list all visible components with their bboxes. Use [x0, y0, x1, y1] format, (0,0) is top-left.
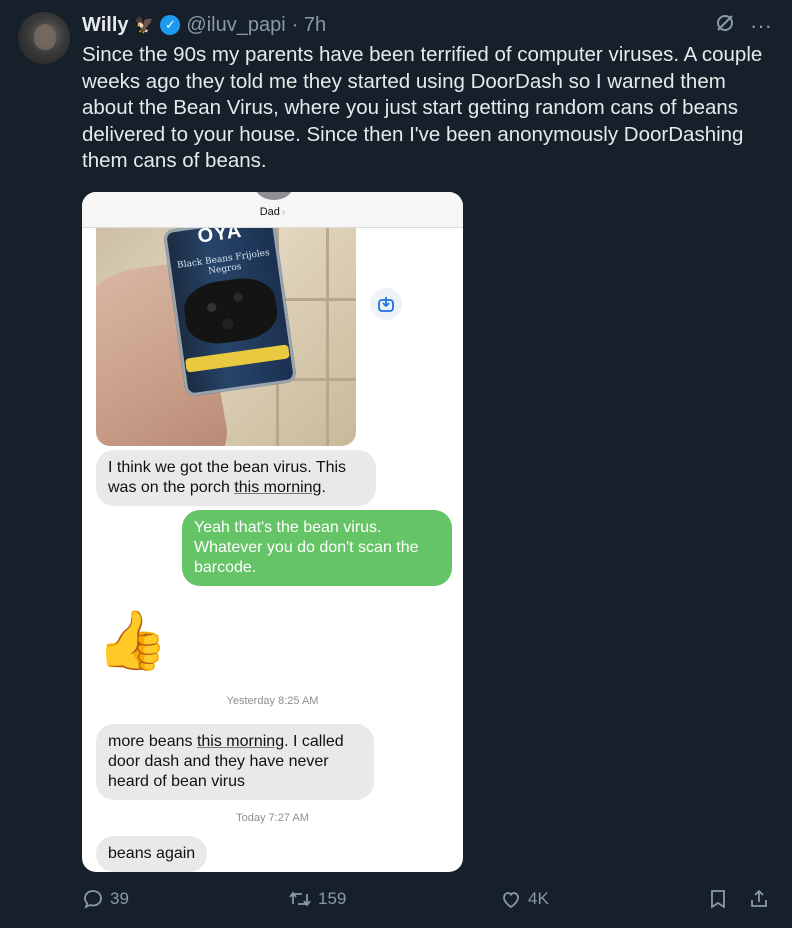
like-button[interactable]: 4K [500, 888, 549, 910]
heart-icon [503, 892, 519, 909]
author-handle[interactable]: @iluv_papi [186, 14, 285, 37]
bookmark-button[interactable] [708, 888, 728, 910]
eagle-icon: 🦅 [134, 17, 155, 34]
thumbs-up-emoji: 👍 [96, 608, 169, 673]
repost-button[interactable]: 159 [288, 888, 346, 910]
contact-name: Dad › [259, 206, 286, 218]
save-image-button[interactable] [370, 288, 402, 320]
tweet-actions: 39 159 4K [82, 888, 782, 918]
can-band [184, 344, 290, 373]
tweet-header: Willy 🦅 ✓ @iluv_papi · 7h [82, 12, 326, 38]
post-time[interactable]: · 7h [292, 14, 326, 37]
reply-icon [84, 890, 102, 909]
message-bubble-outgoing: Yeah that's the bean virus. Whatever you… [182, 510, 452, 586]
repost-count: 159 [318, 889, 347, 908]
tweet-text: Since the 90s my parents have been terri… [82, 43, 763, 172]
can-sub-label: Black Beans Frijoles Negros [176, 248, 271, 277]
avatar[interactable] [18, 12, 70, 64]
timestamp-yesterday: Yesterday 8:25 AM [226, 695, 319, 707]
tweet-top-actions: ··· [714, 12, 772, 40]
can-brand-label: OYA [196, 228, 244, 248]
author-name[interactable]: Willy [82, 14, 129, 37]
contact-avatar [254, 192, 294, 200]
share-icon [751, 889, 767, 907]
repost-icon [289, 891, 311, 907]
imessage-header: Dad › [82, 192, 463, 228]
message-bubble-incoming: beans again [96, 836, 208, 872]
message-bubble-incoming: I think we got the bean virus. This was … [96, 450, 376, 506]
bean-can: OYA Black Beans Frijoles Negros [162, 228, 298, 397]
reply-count: 39 [110, 889, 129, 908]
like-count: 4K [528, 889, 549, 908]
more-options-icon[interactable]: ··· [750, 13, 772, 39]
download-icon [378, 297, 394, 312]
message-bubble-incoming: more beans this morning. I called door d… [96, 724, 374, 800]
reply-button[interactable]: 39 [82, 888, 129, 910]
timestamp-today: Today 7:27 AM [236, 812, 309, 824]
beans-can-photo: OYA Black Beans Frijoles Negros [96, 228, 356, 446]
chevron-right-icon: › [281, 207, 286, 218]
attached-screenshot[interactable]: Dad › OYA Black Beans Frijoles Negros I t… [82, 192, 463, 872]
bookmark-icon [711, 890, 725, 909]
share-button[interactable] [748, 888, 770, 910]
verified-badge-icon: ✓ [160, 15, 181, 35]
grok-slash-icon[interactable] [714, 12, 736, 40]
beans-image [180, 273, 281, 349]
